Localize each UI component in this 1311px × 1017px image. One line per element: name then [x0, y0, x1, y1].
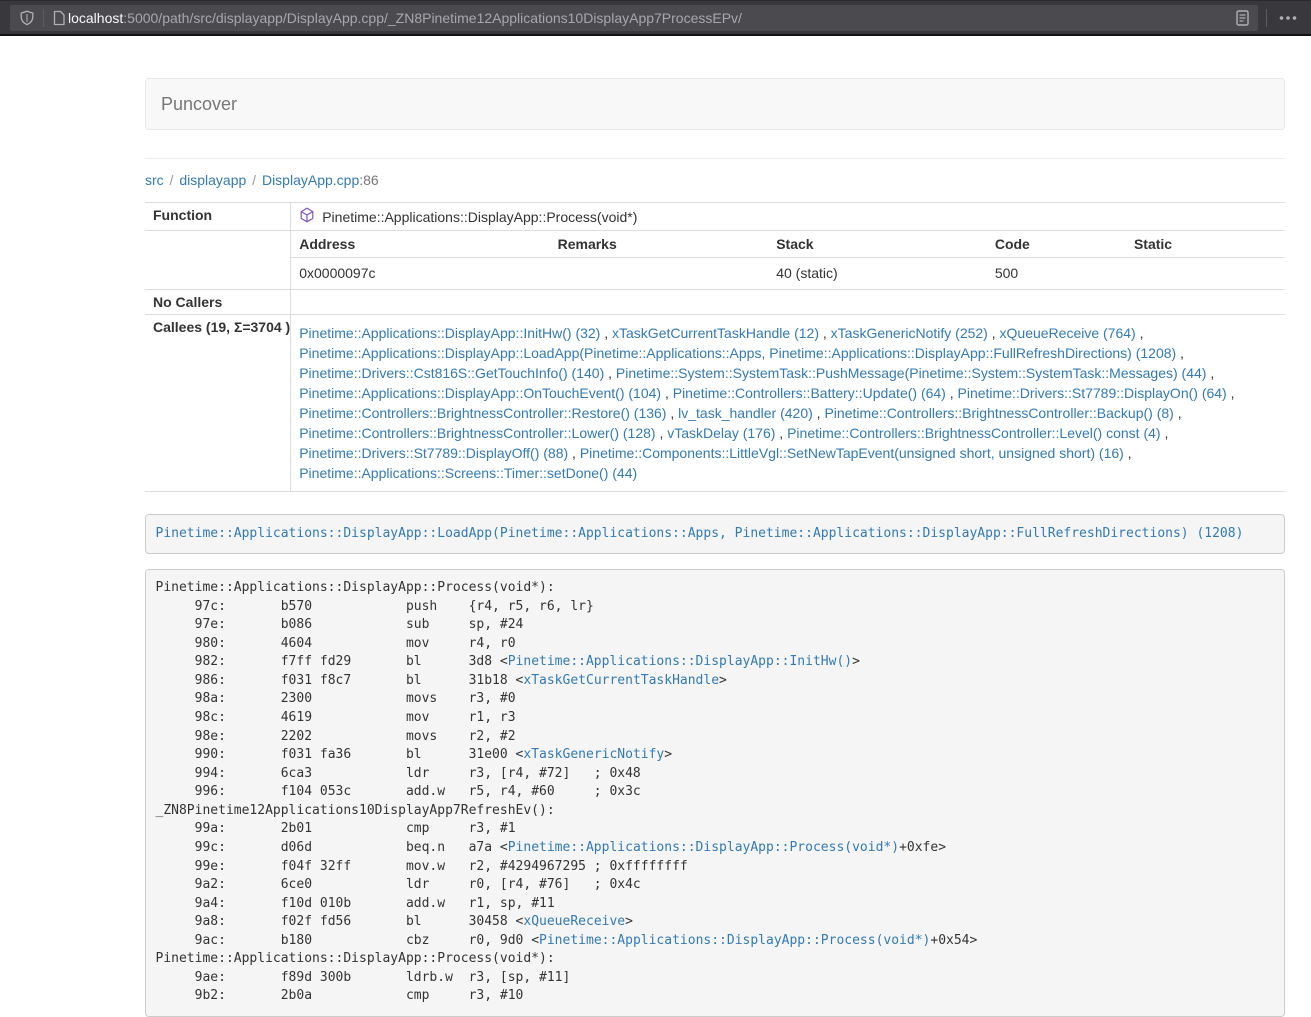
- callee-link[interactable]: Pinetime::Applications::DisplayApp::Load…: [299, 345, 1176, 361]
- stats-row: AddressRemarksStackCodeStatic 0x0000097c…: [145, 231, 1285, 290]
- callee-separator: ,: [813, 405, 825, 421]
- callee-link[interactable]: xTaskGenericNotify (252): [831, 325, 988, 341]
- section-divider: [145, 158, 1285, 159]
- callee-link[interactable]: xTaskGetCurrentTaskHandle (12): [612, 325, 819, 341]
- column-header-static: Static: [1126, 231, 1285, 258]
- stats-header-row: AddressRemarksStackCodeStatic: [291, 231, 1285, 258]
- stats-row-spacer: [145, 231, 291, 290]
- reader-mode-icon[interactable]: [1236, 10, 1249, 26]
- callee-separator: ,: [661, 385, 673, 401]
- url-path: :5000/path/src/displayapp/DisplayApp.cpp…: [123, 10, 742, 26]
- callee-separator: ,: [666, 405, 678, 421]
- disassembly-code: Pinetime::Applications::DisplayApp::Proc…: [145, 569, 1285, 1017]
- breadcrumb: src / displayapp / DisplayApp.cpp:86: [145, 172, 1285, 188]
- callee-link[interactable]: Pinetime::Applications::DisplayApp::Init…: [299, 325, 600, 341]
- callees-list: Pinetime::Applications::DisplayApp::Init…: [291, 315, 1285, 492]
- callee-separator: ,: [946, 385, 958, 401]
- code-symbol-link[interactable]: xQueueReceive: [523, 914, 625, 929]
- code-symbol-link[interactable]: Pinetime::Applications::DisplayApp::Proc…: [508, 840, 899, 855]
- function-info-table: Function Pinetime::Applications::Display…: [145, 202, 1285, 492]
- callee-separator: ,: [1161, 425, 1169, 441]
- function-label: Function: [145, 203, 291, 231]
- brand-link[interactable]: Puncover: [161, 94, 237, 115]
- breadcrumb-line-number: :86: [359, 172, 378, 188]
- breadcrumb-link[interactable]: displayapp: [179, 172, 246, 188]
- function-row: Function Pinetime::Applications::Display…: [145, 203, 1285, 231]
- callees-row: Callees (19, Σ=3704 ) Pinetime::Applicat…: [145, 315, 1285, 492]
- function-name: Pinetime::Applications::DisplayApp::Proc…: [322, 209, 637, 225]
- callee-separator: ,: [988, 325, 1000, 341]
- callees-label: Callees (19, Σ=3704 ): [145, 315, 291, 492]
- page-container: Puncover src / displayapp / DisplayApp.c…: [145, 36, 1285, 1017]
- cell-static: [1126, 258, 1285, 290]
- breadcrumb-separator: /: [246, 172, 262, 188]
- url-bar[interactable]: localhost:5000/path/src/displayapp/Displ…: [10, 5, 1258, 31]
- url-text[interactable]: localhost:5000/path/src/displayapp/Displ…: [68, 10, 1236, 26]
- code-symbol-link[interactable]: xTaskGetCurrentTaskHandle: [523, 673, 719, 688]
- callee-link[interactable]: Pinetime::Controllers::BrightnessControl…: [299, 405, 666, 421]
- callee-link[interactable]: xQueueReceive (764): [1000, 325, 1136, 341]
- callee-separator: ,: [656, 425, 668, 441]
- no-callers-label: No Callers: [145, 290, 291, 315]
- callee-separator: ,: [775, 425, 787, 441]
- breadcrumb-link[interactable]: DisplayApp.cpp: [262, 172, 359, 188]
- callee-link[interactable]: Pinetime::Controllers::BrightnessControl…: [787, 425, 1160, 441]
- callee-separator: ,: [604, 365, 616, 381]
- callee-link[interactable]: Pinetime::Applications::DisplayApp::OnTo…: [299, 385, 661, 401]
- code-symbol-link[interactable]: Pinetime::Applications::DisplayApp::Init…: [508, 654, 852, 669]
- column-header-code: Code: [987, 231, 1126, 258]
- breadcrumb-separator: /: [164, 172, 180, 188]
- column-header-remarks: Remarks: [550, 231, 769, 258]
- callee-separator: ,: [1124, 445, 1132, 461]
- url-bar-divider: [43, 9, 44, 27]
- cell-address: 0x0000097c: [291, 258, 549, 290]
- column-header-address: Address: [291, 231, 549, 258]
- callee-link[interactable]: vTaskDelay (176): [667, 425, 775, 441]
- app-navbar: Puncover: [145, 78, 1285, 130]
- shield-permissions-icon[interactable]: [19, 10, 35, 26]
- cell-remarks: [550, 258, 769, 290]
- code-symbol-link[interactable]: xTaskGenericNotify: [523, 747, 664, 762]
- callee-link[interactable]: Pinetime::Controllers::BrightnessControl…: [299, 425, 655, 441]
- callee-link[interactable]: Pinetime::Drivers::Cst816S::GetTouchInfo…: [299, 365, 604, 381]
- breadcrumb-link[interactable]: src: [145, 172, 164, 188]
- overflow-menu-icon[interactable]: [1275, 16, 1301, 20]
- stats-value-row: 0x0000097c 40 (static)500: [291, 258, 1285, 290]
- callee-separator: ,: [568, 445, 580, 461]
- selected-callee-box: Pinetime::Applications::DisplayApp::Load…: [145, 514, 1285, 554]
- cell-stack: 40 (static): [768, 258, 987, 290]
- stats-table: AddressRemarksStackCodeStatic 0x0000097c…: [291, 231, 1285, 289]
- callee-link[interactable]: Pinetime::Drivers::St7789::DisplayOff() …: [299, 445, 568, 461]
- callee-link[interactable]: Pinetime::Applications::Screens::Timer::…: [299, 465, 637, 481]
- cell-code: 500: [987, 258, 1126, 290]
- callee-separator: ,: [1176, 345, 1184, 361]
- callee-separator: ,: [819, 325, 831, 341]
- no-callers-row: No Callers: [145, 290, 1285, 315]
- url-host: localhost: [68, 10, 123, 26]
- callee-separator: ,: [1227, 385, 1235, 401]
- code-symbol-link[interactable]: Pinetime::Applications::DisplayApp::Proc…: [539, 933, 930, 948]
- symbol-cube-icon: [299, 207, 315, 226]
- callee-link[interactable]: Pinetime::Controllers::Battery::Update()…: [673, 385, 946, 401]
- callee-separator: ,: [1174, 405, 1182, 421]
- page-info-icon[interactable]: [52, 10, 66, 26]
- callee-link[interactable]: lv_task_handler (420): [678, 405, 813, 421]
- selected-callee-link[interactable]: Pinetime::Applications::DisplayApp::Load…: [156, 526, 1244, 541]
- toolbar-divider: [1266, 9, 1267, 27]
- callee-separator: ,: [600, 325, 612, 341]
- callee-separator: ,: [1206, 365, 1214, 381]
- browser-chrome: localhost:5000/path/src/displayapp/Displ…: [0, 0, 1311, 36]
- callee-link[interactable]: Pinetime::Components::LittleVgl::SetNewT…: [580, 445, 1124, 461]
- column-header-stack: Stack: [768, 231, 987, 258]
- callee-link[interactable]: Pinetime::Drivers::St7789::DisplayOn() (…: [958, 385, 1227, 401]
- callee-separator: ,: [1136, 325, 1144, 341]
- callee-link[interactable]: Pinetime::System::SystemTask::PushMessag…: [616, 365, 1207, 381]
- callee-link[interactable]: Pinetime::Controllers::BrightnessControl…: [824, 405, 1173, 421]
